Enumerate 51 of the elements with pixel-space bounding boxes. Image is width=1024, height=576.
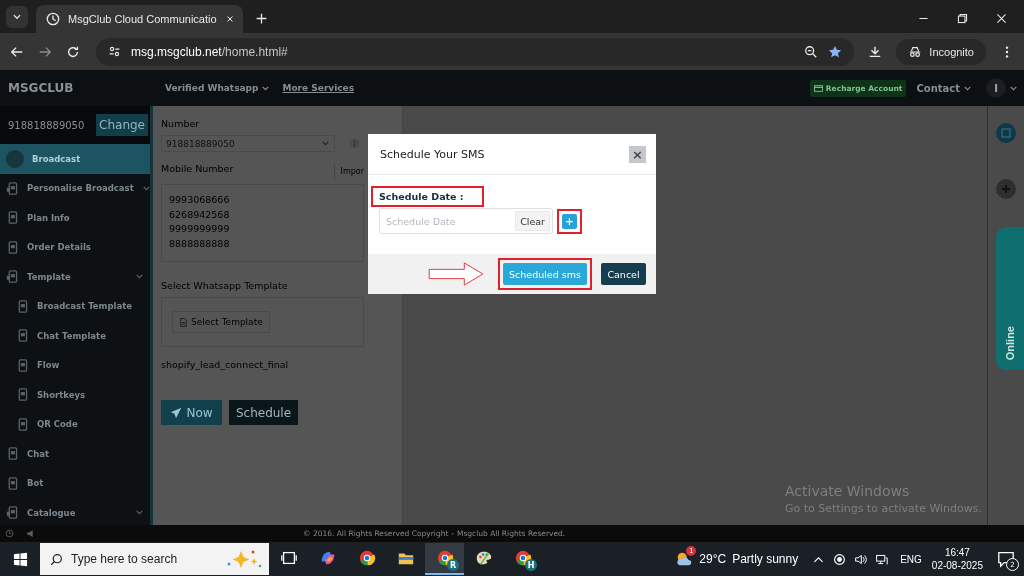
sidebar-item[interactable]: Catalogue [0, 498, 150, 525]
add-button[interactable]: + [562, 213, 577, 229]
send-now-button[interactable]: Now [161, 400, 222, 425]
dialog-title: Schedule Your SMS [380, 147, 485, 161]
url-text: msg.msgclub.net/home.html# [131, 44, 288, 59]
sidebar-item[interactable]: Personalise Broadcast [0, 173, 150, 203]
taskbar-app[interactable]: R [425, 543, 464, 575]
incognito-button[interactable]: Incognito [896, 38, 986, 65]
weather-text: Partly sunny [732, 552, 799, 566]
clock[interactable]: 16:47 02-08-2025 [931, 547, 983, 571]
online-tab[interactable]: Online [996, 227, 1024, 370]
brand-logo: MSGCLUB [7, 81, 75, 95]
nav-link[interactable]: More Services [282, 83, 355, 93]
select-template-button[interactable]: Select Template [172, 311, 270, 333]
field-label: Number [161, 118, 201, 129]
cancel-button[interactable]: Cancel [601, 263, 646, 285]
nav-dropdown[interactable]: Verified Whatsapp [165, 83, 271, 93]
sidebar-item[interactable]: QR Code [0, 409, 150, 439]
profile-badge: R [447, 559, 459, 571]
browser-tab[interactable]: MsgClub Cloud Communicatio [36, 5, 243, 33]
field-label: Mobile Number [161, 163, 234, 174]
sidebar-item[interactable]: Chat [0, 439, 150, 469]
close-button[interactable]: × [629, 145, 646, 163]
sidebar-item[interactable]: Chat Template [0, 321, 150, 351]
taskbar-app[interactable]: H [503, 543, 542, 575]
address-bar[interactable]: msg.msgclub.net/home.html# [96, 37, 855, 66]
schedule-date-label: Schedule Date : [371, 186, 484, 207]
field-label: Select Whatsapp Template [161, 280, 289, 291]
sidebar-item[interactable]: Shortkeys [0, 380, 150, 410]
phone-number-field[interactable]: 918818889050 [8, 119, 85, 131]
contact-dropdown[interactable]: Contact [916, 82, 972, 94]
profile-badge: H [525, 559, 537, 571]
sidebar-item[interactable]: Bot [0, 468, 150, 498]
tab-title: MsgClub Cloud Communicatio [68, 13, 217, 25]
clear-button[interactable]: Clear [515, 211, 550, 231]
sidebar-item[interactable]: Template [0, 262, 150, 292]
schedule-button[interactable]: Schedule [229, 400, 298, 425]
language-indicator[interactable]: ENG [900, 553, 922, 565]
sidebar-item[interactable]: Order Details [0, 232, 150, 262]
import-button[interactable]: Impor [333, 164, 364, 179]
mobile-numbers-field[interactable]: 9993068666 6268942568 9999999999 8888888888 [161, 184, 364, 262]
temperature-text: 29°C [699, 552, 727, 566]
sidebar-item[interactable]: Broadcast [0, 144, 150, 174]
schedule-date-field[interactable]: Schedule Date Clear [379, 208, 553, 234]
sidebar-item[interactable]: Plan Info [0, 203, 150, 233]
avatar[interactable]: I [986, 78, 1006, 98]
taskbar-search-field[interactable]: Type here to search [40, 543, 269, 575]
change-button[interactable]: Change [96, 114, 148, 136]
sidebar-item[interactable]: Flow [0, 350, 150, 380]
sidebar-item[interactable]: Broadcast Template [0, 291, 150, 321]
template-name: shopify_lead_connect_final [161, 359, 290, 370]
